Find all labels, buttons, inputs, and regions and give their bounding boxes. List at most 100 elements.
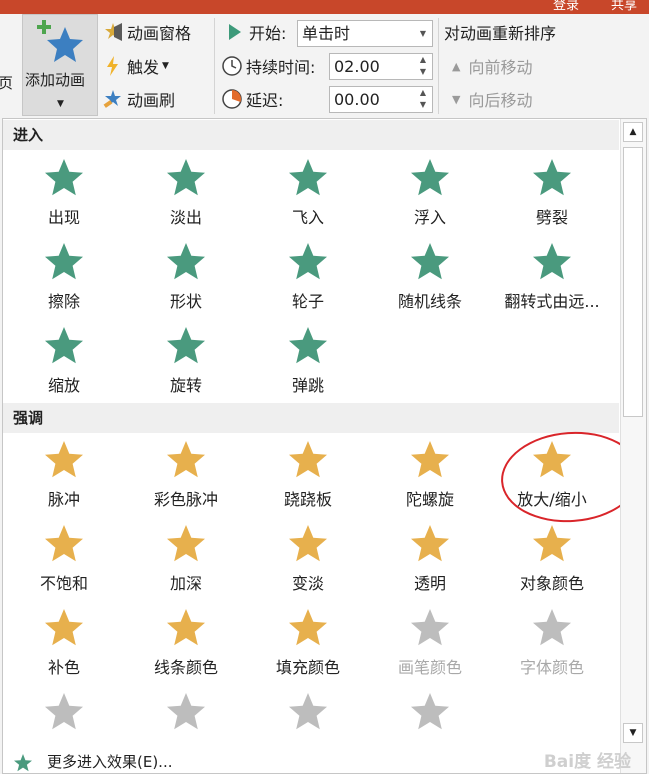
animation-effect-label: 线条颜色	[153, 658, 218, 677]
animation-effect-label: 浮入	[413, 208, 446, 227]
split-star-icon	[533, 159, 571, 196]
start-label: 开始:	[249, 24, 287, 43]
animation-effect-item[interactable]: 透明	[369, 521, 491, 601]
animation-effect-item[interactable]: 不饱和	[3, 521, 125, 601]
animation-effect-label: 脉冲	[47, 490, 80, 509]
animation-effect-item[interactable]: 脉冲	[3, 437, 125, 517]
move-earlier-label: 向前移动	[468, 58, 533, 77]
random-bars-star-icon	[411, 243, 449, 280]
scrollbar-thumb[interactable]	[623, 147, 643, 417]
appear-star-icon	[45, 159, 83, 196]
animation-effect-item[interactable]: 擦除	[3, 239, 125, 319]
delay-value: 00.00	[334, 90, 380, 109]
ribbon-left-edge: 页	[0, 14, 14, 118]
animation-effect-label: 加深	[169, 574, 202, 593]
animation-effect-item[interactable]: 弹跳	[247, 323, 369, 403]
zoom-star-icon	[45, 327, 83, 364]
title-bar: 登录 共享	[0, 0, 649, 14]
animation-effect-item[interactable]: 劈裂	[491, 155, 613, 235]
animation-effect-item[interactable]: 对象颜色	[491, 521, 613, 601]
reorder-title: 对动画重新排序	[444, 20, 556, 44]
animation-effect-item[interactable]: 轮子	[247, 239, 369, 319]
move-later-button[interactable]: ▼ 向后移动	[452, 87, 532, 111]
more-entrance-effects-item[interactable]: 更多进入效果(E)...	[3, 747, 619, 773]
animation-effect-label: 变淡	[291, 574, 324, 593]
animation-effect-label: 旋转	[169, 376, 202, 395]
animation-effect-item[interactable]: 跷跷板	[247, 437, 369, 517]
trigger-button[interactable]: 触发 ▼	[102, 54, 169, 78]
delay-label: 延迟:	[246, 91, 284, 110]
reorder-title-label: 对动画重新排序	[444, 24, 557, 43]
duration-label: 持续时间:	[246, 58, 316, 77]
shape-star-icon	[167, 243, 205, 280]
animation-effect-item[interactable]: 陀螺旋	[369, 437, 491, 517]
duration-label-group: 持续时间:	[221, 54, 315, 78]
animation-effect-label: 补色	[47, 658, 80, 677]
animation-effect-label: 轮子	[291, 292, 324, 311]
animation-effect-item[interactable]: 补色	[3, 605, 125, 685]
spin-star-icon	[411, 441, 449, 478]
animation-pane-button[interactable]: 动画窗格	[102, 20, 191, 44]
watermark: Bai度 经验	[543, 752, 631, 772]
brush-color-star-icon	[411, 609, 449, 646]
complementary-color-star-icon	[45, 609, 83, 646]
start-label-group: 开始:	[224, 20, 286, 44]
animation-effect-label: 跷跷板	[283, 490, 332, 509]
animation-effect-item[interactable]: 变淡	[247, 521, 369, 601]
animation-effect-label: 出现	[47, 208, 80, 227]
add-animation-button[interactable]: 添加动画 ▼	[22, 14, 98, 116]
animation-effect-label: 填充颜色	[275, 658, 340, 677]
animation-effect-item[interactable]: 加深	[125, 521, 247, 601]
entrance-star-icon	[14, 754, 32, 772]
animation-effect-item[interactable]: 填充颜色	[247, 605, 369, 685]
animation-gallery: 进入 出现 淡出 飞入 浮入 劈裂 擦除 形状 轮子 随机线条 翻转式由远... 缩放 旋转 弹跳 强调…	[2, 118, 647, 774]
animation-effect-item[interactable]: 画笔颜色	[369, 605, 491, 685]
animation-effect-item[interactable]: 出现	[3, 155, 125, 235]
more-entrance-effects-label: 更多进入效果(E)...	[47, 753, 173, 771]
wave-star-icon	[411, 693, 449, 730]
bold-flash-star-icon	[167, 693, 205, 730]
animation-effect-item[interactable]: 淡出	[125, 155, 247, 235]
start-dropdown[interactable]: 单击时 ▼	[297, 20, 433, 47]
arrow-down-icon: ▼	[452, 92, 461, 106]
share-button[interactable]: 共享	[611, 0, 637, 13]
gallery-scrollbar[interactable]: ▲ ▼	[620, 119, 646, 773]
bold-reveal-star-icon	[289, 693, 327, 730]
scroll-up-arrow-icon[interactable]: ▲	[623, 122, 643, 142]
move-earlier-button[interactable]: ▲ 向前移动	[452, 54, 532, 78]
animation-effect-item[interactable]: 彩色脉冲	[125, 437, 247, 517]
emphasis-section-header: 强调	[3, 403, 619, 433]
delay-clock-icon	[221, 88, 243, 110]
color-pulse-star-icon	[167, 441, 205, 478]
font-color-star-icon	[533, 609, 571, 646]
animation-effect-item[interactable]: 翻转式由远...	[491, 239, 613, 319]
animation-effect-label: 彩色脉冲	[153, 490, 218, 509]
animation-effect-item[interactable]: 浮入	[369, 155, 491, 235]
login-link[interactable]: 登录	[553, 0, 579, 13]
animation-effect-label: 字体颜色	[519, 658, 584, 677]
play-icon	[224, 21, 246, 43]
delay-label-group: 延迟:	[221, 87, 283, 111]
animation-effect-item[interactable]: 飞入	[247, 155, 369, 235]
stepper-arrows-icon[interactable]: ▲ ▼	[414, 54, 432, 79]
animation-painter-button[interactable]: 动画刷	[102, 87, 175, 111]
desaturate-star-icon	[45, 525, 83, 562]
scroll-down-arrow-icon[interactable]: ▼	[623, 723, 643, 743]
animation-painter-icon	[102, 88, 124, 110]
delay-stepper[interactable]: 00.00 ▲ ▼	[329, 86, 433, 113]
animation-effect-item[interactable]: 形状	[125, 239, 247, 319]
trigger-label: 触发	[127, 58, 160, 77]
wheel-star-icon	[289, 243, 327, 280]
duration-stepper[interactable]: 02.00 ▲ ▼	[329, 53, 433, 80]
animation-effect-item[interactable]: 字体颜色	[491, 605, 613, 685]
darken-star-icon	[167, 525, 205, 562]
animation-effect-item[interactable]: 缩放	[3, 323, 125, 403]
animation-effect-label: 缩放	[47, 376, 80, 395]
stepper-arrows-icon[interactable]: ▲ ▼	[414, 87, 432, 112]
animation-effect-item[interactable]: 随机线条	[369, 239, 491, 319]
chevron-down-icon: ▼	[419, 29, 427, 38]
duration-value: 02.00	[334, 57, 380, 76]
animation-effect-label: 不饱和	[39, 574, 88, 593]
animation-effect-item[interactable]: 线条颜色	[125, 605, 247, 685]
animation-effect-item[interactable]: 旋转	[125, 323, 247, 403]
